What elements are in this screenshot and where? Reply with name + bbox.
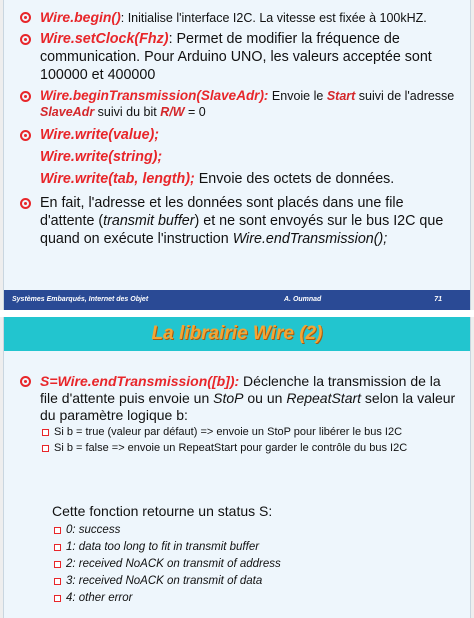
- keyword-endtransmission: Wire.endTransmission();: [232, 231, 388, 247]
- status-code-text: 0: success: [66, 524, 121, 536]
- status-code-text: 4: other error: [66, 592, 133, 604]
- square-bullet-icon: [42, 429, 49, 436]
- sub-item-text: Si b = false => envoie un RepeatStart po…: [54, 442, 408, 454]
- bullet-text: ou un: [243, 390, 287, 406]
- keyword-stop: StoP: [213, 390, 244, 406]
- status-code-item: 4: other error: [52, 590, 281, 607]
- bullet-transmit-buffer: En fait, l'adresse et les données sont p…: [18, 194, 456, 248]
- code-term: S=Wire.endTransmission([b]):: [40, 373, 240, 389]
- slide-separator: [0, 310, 474, 317]
- status-code-item: 3: received NoACK on transmit of data: [52, 573, 281, 590]
- slide-footer: Systèmes Embarqués, Internet des Objet A…: [4, 290, 470, 310]
- bullet-text: Envoie des octets de données.: [194, 171, 395, 187]
- keyword-transmit-buffer: transmit buffer: [103, 213, 195, 229]
- code-term: Wire.write(tab, length);: [40, 171, 195, 187]
- keyword-start: Start: [326, 89, 356, 103]
- square-bullet-icon: [54, 544, 61, 551]
- code-term: Wire.write(value);: [40, 127, 160, 143]
- sub-item-text: Si b = true (valeur par défaut) => envoi…: [54, 426, 403, 438]
- slide-71: Wire.begin(): Initialise l'interface I2C…: [3, 0, 471, 310]
- bullet-icon: [20, 198, 31, 209]
- bullet-text: Envoie le: [268, 89, 327, 103]
- sub-item: Si b = true (valeur par défaut) => envoi…: [40, 426, 456, 439]
- keyword-slaveadr: SlaveAdr: [40, 105, 95, 119]
- square-bullet-icon: [42, 445, 49, 452]
- keyword-repeatstart: RepeatStart: [286, 390, 362, 406]
- status-code-list: 0: success 1: data too long to fit in tr…: [52, 522, 281, 607]
- bullet-icon: [20, 130, 31, 141]
- bullet-text: = 0: [184, 105, 206, 119]
- bullet-list: Wire.begin(): Initialise l'interface I2C…: [18, 9, 456, 252]
- status-code-item: 1: data too long to fit in transmit buff…: [52, 539, 281, 556]
- sub-list: Si b = true (valeur par défaut) => envoi…: [40, 426, 456, 455]
- bullet-icon: [20, 12, 31, 23]
- sub-item: Si b = false => envoie un RepeatStart po…: [40, 442, 456, 455]
- square-bullet-icon: [54, 595, 61, 602]
- status-code-text: 2: received NoACK on transmit of address: [66, 558, 281, 570]
- bullet-text: suivi de l'adresse: [355, 89, 455, 103]
- footer-author: A. Oumnad: [284, 296, 322, 303]
- bullet-text: : Initialise l'interface I2C. La vitesse…: [120, 11, 427, 25]
- code-term: Wire.write(string);: [40, 149, 163, 165]
- code-term: Wire.setClock(Fhz): [40, 31, 169, 47]
- footer-page-number: 71: [434, 296, 442, 303]
- status-code-text: 1: data too long to fit in transmit buff…: [66, 541, 260, 553]
- slide-title: La librairie Wire (2): [4, 317, 470, 351]
- code-term: Wire.beginTransmission(SlaveAdr):: [40, 88, 269, 103]
- bullet-icon: [20, 376, 31, 387]
- status-code-item: 2: received NoACK on transmit of address: [52, 556, 281, 573]
- bullet-wire-begin: Wire.begin(): Initialise l'interface I2C…: [18, 9, 456, 26]
- bullet-wire-write: Wire.write(value); Wire.write(string); W…: [18, 124, 456, 190]
- code-term: Wire.begin(): [40, 9, 121, 25]
- keyword-rw: R/W: [160, 105, 185, 119]
- square-bullet-icon: [54, 578, 61, 585]
- bullet-icon: [20, 91, 31, 102]
- square-bullet-icon: [54, 527, 61, 534]
- bullet-wire-setclock: Wire.setClock(Fhz): Permet de modifier l…: [18, 30, 456, 84]
- status-intro: Cette fonction retourne un status S:: [52, 503, 273, 519]
- status-code-text: 3: received NoACK on transmit of data: [66, 575, 263, 587]
- bullet-endtransmission: S=Wire.endTransmission([b]): Déclenche l…: [18, 373, 456, 455]
- status-code-item: 0: success: [52, 522, 281, 539]
- footer-course: Systèmes Embarqués, Internet des Objet: [12, 296, 149, 303]
- bullet-list: S=Wire.endTransmission([b]): Déclenche l…: [18, 373, 456, 458]
- square-bullet-icon: [54, 561, 61, 568]
- bullet-begin-transmission: Wire.beginTransmission(SlaveAdr): Envoie…: [18, 88, 456, 120]
- slide-72: La librairie Wire (2) S=Wire.endTransmis…: [3, 317, 471, 618]
- bullet-text: suivi du bit: [94, 105, 161, 119]
- bullet-icon: [20, 34, 31, 45]
